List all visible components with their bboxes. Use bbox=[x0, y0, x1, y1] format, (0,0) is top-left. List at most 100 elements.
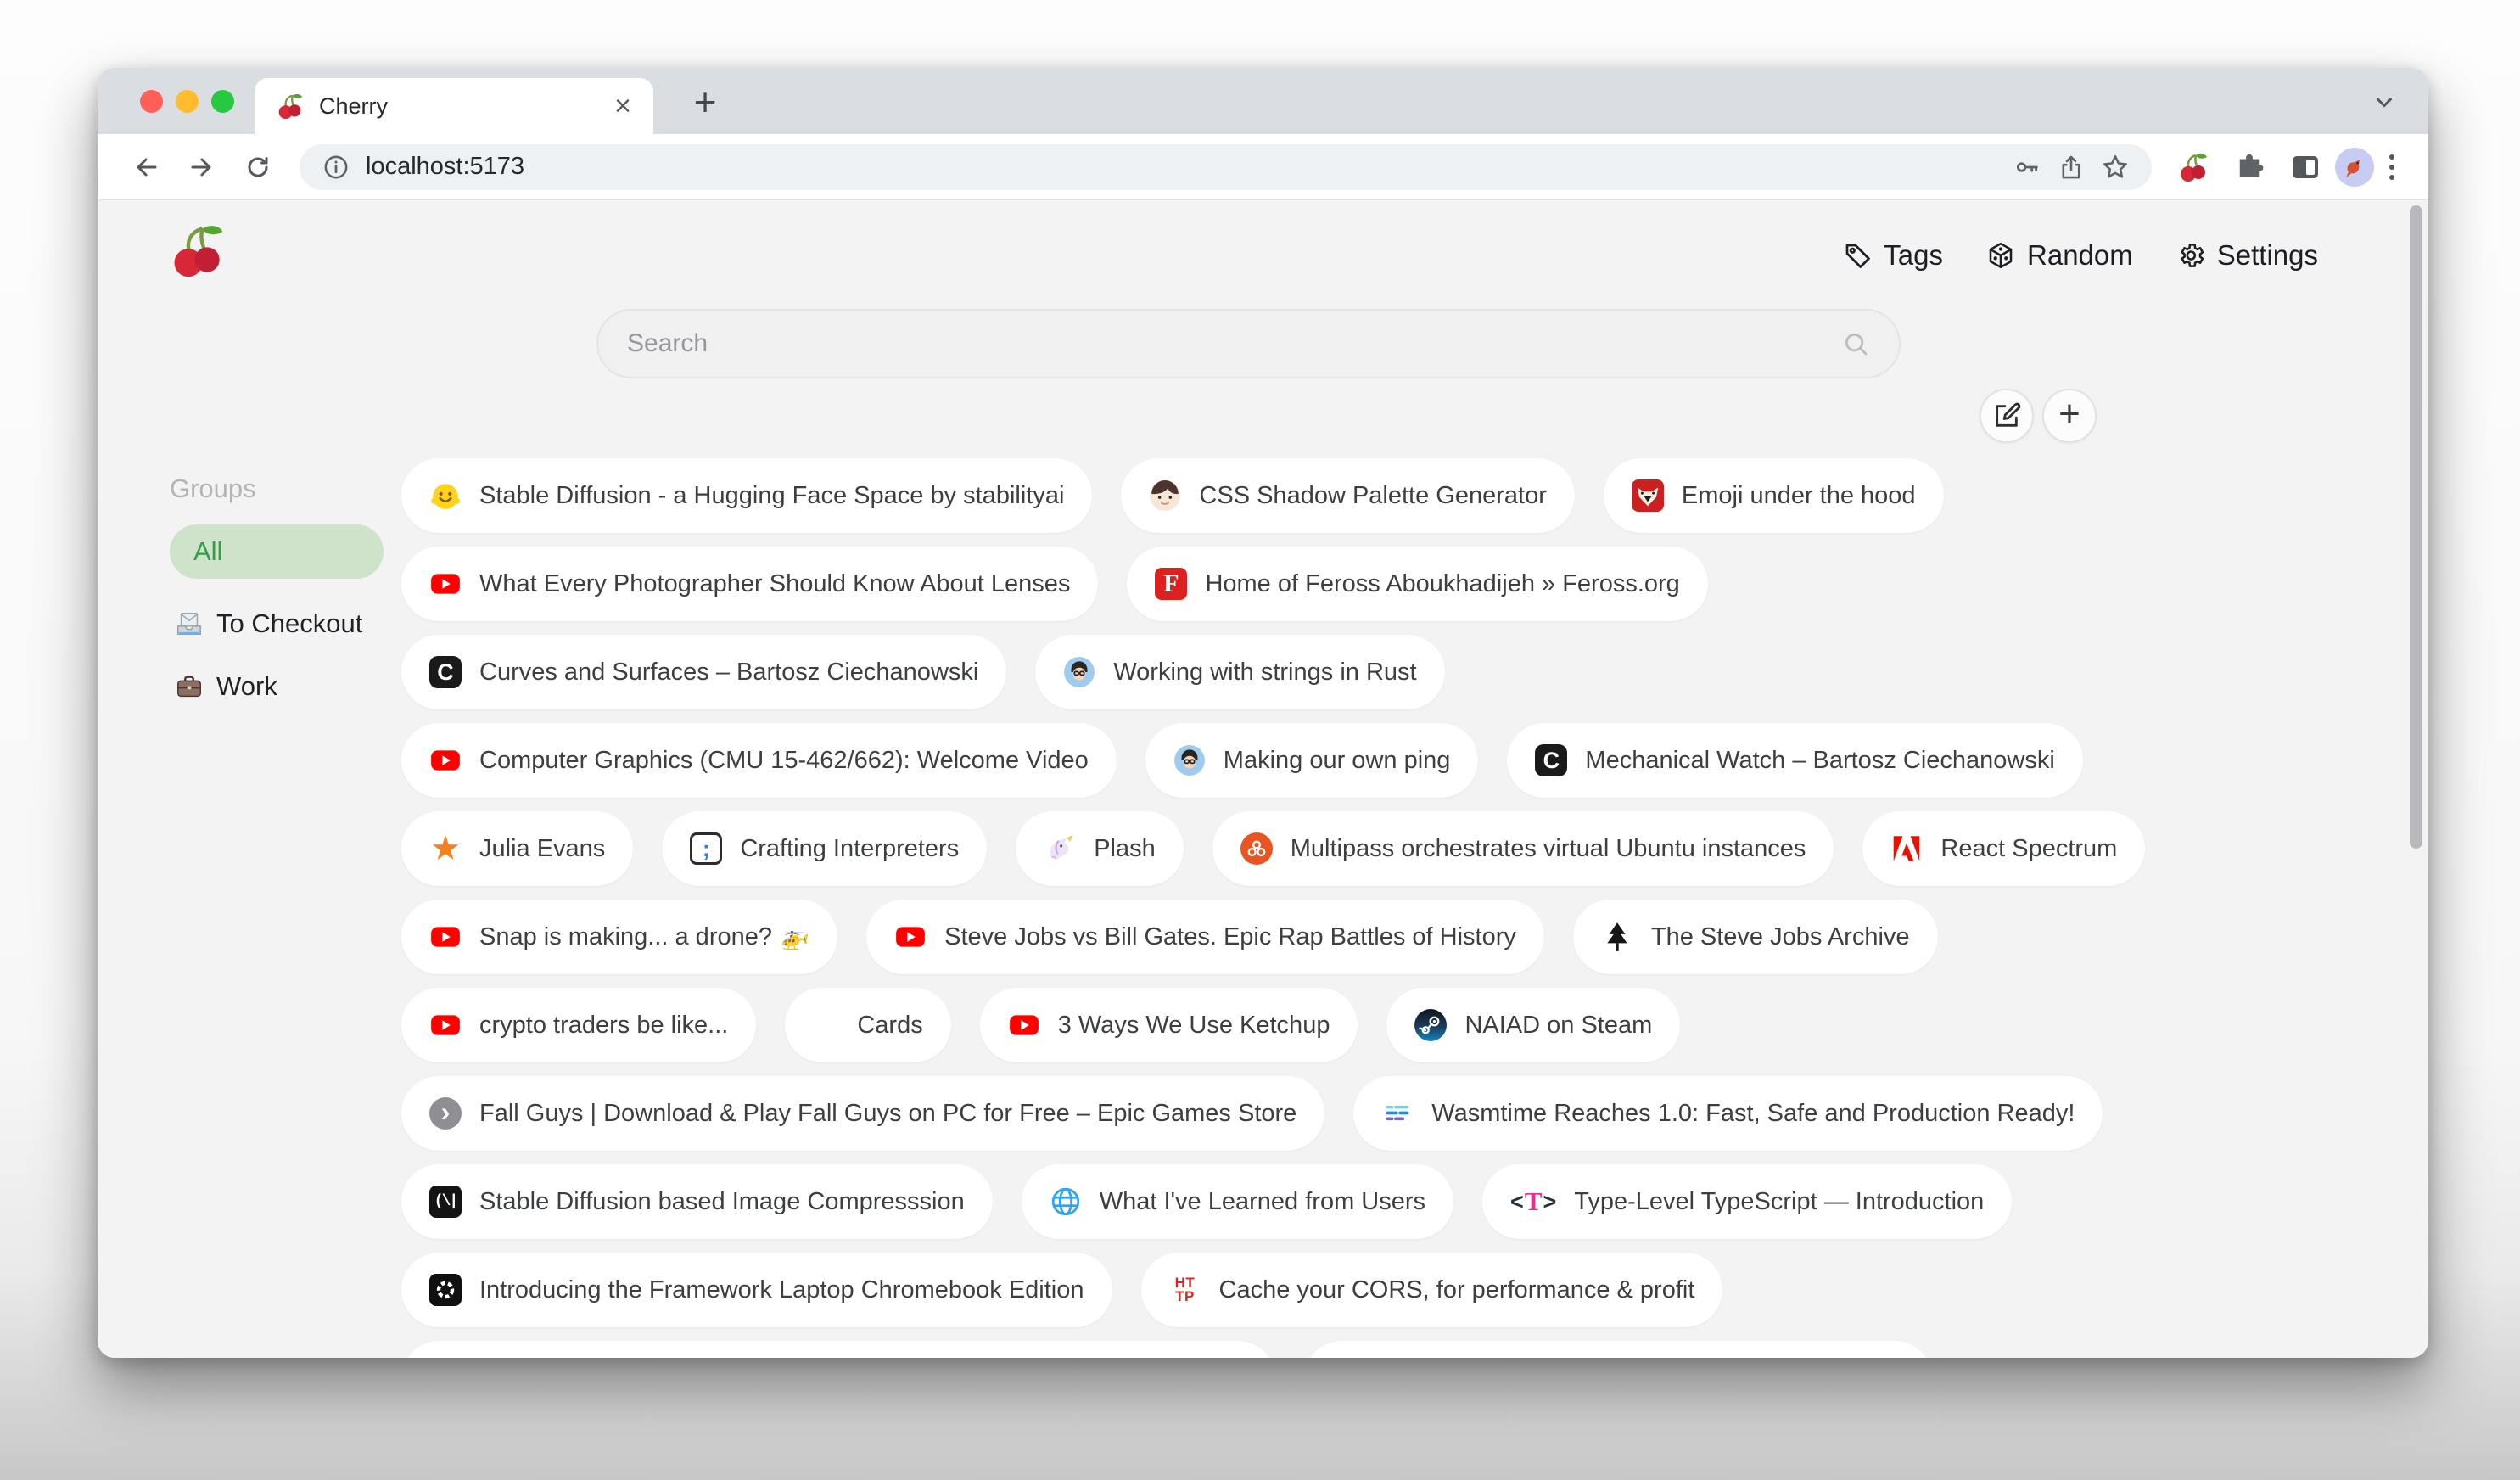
bookmark-pill[interactable]: HTTP Cache your CORS, for performance & p… bbox=[1141, 1253, 1723, 1327]
bookmark-pill[interactable]: 3 Ways We Use Ketchup bbox=[980, 988, 1358, 1062]
bookmark-pill[interactable]: CMechanical Watch – Bartosz Ciechanowski bbox=[1507, 723, 2082, 798]
search-bar[interactable] bbox=[596, 309, 1901, 378]
bookmark-row: CCurves and Surfaces – Bartosz Ciechanow… bbox=[401, 635, 2225, 709]
browser-menu-icon[interactable] bbox=[2377, 154, 2406, 180]
group-item-to-checkout[interactable]: To Checkout bbox=[170, 592, 384, 655]
bookmark-pill[interactable]: CCurves and Surfaces – Bartosz Ciechanow… bbox=[401, 635, 1006, 709]
bookmark-pill[interactable]: Cards bbox=[785, 988, 950, 1062]
bookmark-pill[interactable]: Introducing the Framework Laptop Chromeb… bbox=[401, 1253, 1112, 1327]
nav-tags[interactable]: Tags bbox=[1842, 239, 1943, 272]
info-icon[interactable] bbox=[322, 153, 350, 182]
bookmark-row: (\|Stable Diffusion based Image Compress… bbox=[401, 1164, 2225, 1239]
bookmark-pill[interactable]: Stable Diffusion - a Hugging Face Space … bbox=[401, 458, 1092, 533]
bookmark-star-icon[interactable] bbox=[2101, 153, 2130, 182]
tab-close-icon[interactable]: × bbox=[614, 92, 631, 121]
browser-tab-cherry[interactable]: Cherry × bbox=[255, 78, 653, 134]
person-avatar-icon bbox=[1173, 744, 1206, 776]
bookmark-label: Snap is making... a drone? 🚁 bbox=[479, 922, 809, 951]
gear-icon bbox=[2176, 240, 2206, 271]
address-bar[interactable]: localhost:5173 bbox=[300, 144, 2152, 190]
plus-icon: + bbox=[694, 79, 717, 125]
briefcase-icon bbox=[175, 672, 204, 701]
groups-title: Groups bbox=[170, 474, 384, 504]
bookmark-label: What Every Photographer Should Know Abou… bbox=[479, 570, 1070, 598]
bookmark-pill[interactable]: The Steve Jobs Archive bbox=[1573, 900, 1938, 974]
extensions-puzzle-icon[interactable] bbox=[2223, 141, 2276, 193]
profile-avatar[interactable] bbox=[2335, 148, 2374, 187]
bookmark-label: Stable Diffusion - a Hugging Face Space … bbox=[479, 482, 1064, 510]
bookmark-pill[interactable]: Emoji under the hood bbox=[1604, 458, 1944, 533]
waveform-icon: (\| bbox=[429, 1186, 462, 1218]
bookmark-pill[interactable]: FHome of Feross Aboukhadijeh » Feross.or… bbox=[1127, 547, 1707, 621]
bookmark-pill[interactable]: (\|Stable Diffusion based Image Compress… bbox=[401, 1164, 993, 1239]
bookmark-label: The Steve Jobs Archive bbox=[1651, 923, 1910, 951]
bookmark-row: Snap is making... a drone? 🚁 Steve Jobs v… bbox=[401, 900, 2225, 974]
star-icon: ★ bbox=[429, 832, 462, 865]
http-toolkit-icon: HTTP bbox=[1169, 1274, 1201, 1306]
back-button[interactable] bbox=[120, 141, 172, 193]
bookmark-pill[interactable]: What Every Photographer Should Know Abou… bbox=[401, 547, 1098, 621]
scrollbar-thumb[interactable] bbox=[2410, 205, 2422, 849]
fox-face-icon bbox=[1632, 479, 1664, 512]
bookmark-pill[interactable]: crypto traders be like... bbox=[401, 988, 756, 1062]
bookmark-pill[interactable]: What I've Learned from Users bbox=[1022, 1164, 1453, 1239]
hugging-face-icon bbox=[429, 479, 462, 512]
new-tab-button[interactable]: + bbox=[683, 80, 727, 124]
epic-games-icon: › bbox=[429, 1097, 462, 1130]
cherry-extension-icon[interactable] bbox=[2167, 141, 2220, 193]
forward-button[interactable] bbox=[176, 141, 228, 193]
bookmark-label: Making our own ping bbox=[1224, 747, 1451, 775]
traffic-light-zoom-button[interactable] bbox=[211, 90, 234, 113]
adobe-icon bbox=[1890, 832, 1923, 865]
bookmark-pill[interactable]: Snap is making... a drone? 🚁 bbox=[401, 900, 837, 974]
multipass-icon bbox=[1240, 832, 1273, 865]
wasmtime-icon bbox=[1381, 1097, 1414, 1130]
bookmark-pill[interactable]: React Spectrum bbox=[1862, 811, 2145, 886]
bookmark-actions: + bbox=[1980, 389, 2097, 443]
bookmark-label: Wasmtime Reaches 1.0: Fast, Safe and Pro… bbox=[1431, 1100, 2075, 1128]
bookmark-label: Working with strings in Rust bbox=[1113, 659, 1416, 687]
bookmark-label: 3 Ways We Use Ketchup bbox=[1058, 1012, 1330, 1040]
steam-icon bbox=[1414, 1009, 1447, 1041]
header-nav: Tags Random Settings bbox=[1842, 239, 2318, 272]
tab-search-chevron-icon[interactable] bbox=[2369, 87, 2400, 117]
bookmark-pill[interactable]: Computer Graphics (CMU 15-462/662): Welc… bbox=[401, 723, 1117, 798]
bookmark-pill[interactable] bbox=[1304, 1341, 1932, 1358]
add-bookmark-button[interactable]: + bbox=[2042, 389, 2097, 443]
bookmark-pill[interactable]: ;Crafting Interpreters bbox=[662, 811, 987, 886]
bookmark-pill[interactable]: CSS Shadow Palette Generator bbox=[1121, 458, 1574, 533]
page-content: Tags Random Settings + Groups All To Checko… bbox=[98, 200, 2428, 1358]
bookmark-label: Cache your CORS, for performance & profi… bbox=[1219, 1276, 1695, 1304]
bookmark-label: Curves and Surfaces – Bartosz Ciechanows… bbox=[479, 659, 978, 687]
tab-title: Cherry bbox=[319, 93, 599, 120]
bookmark-pill[interactable]: Steve Jobs vs Bill Gates. Epic Rap Battl… bbox=[866, 900, 1544, 974]
bookmark-label: Emoji under the hood bbox=[1682, 482, 1916, 510]
url-text: localhost:5173 bbox=[366, 153, 1997, 181]
reload-button[interactable] bbox=[232, 141, 284, 193]
bookmark-row: ★Julia Evans ;Crafting Interpreters Plash M… bbox=[401, 811, 2225, 886]
bookmark-pill[interactable]: ★Julia Evans bbox=[401, 811, 633, 886]
group-label: To Checkout bbox=[216, 608, 362, 639]
bookmark-pill[interactable]: NAIAD on Steam bbox=[1386, 988, 1680, 1062]
edit-bookmarks-button[interactable] bbox=[1980, 389, 2034, 443]
bookmark-pill[interactable]: Making our own ping bbox=[1145, 723, 1479, 798]
group-item-work[interactable]: Work bbox=[170, 655, 384, 718]
bookmark-pill[interactable] bbox=[401, 1341, 1275, 1358]
group-item-all[interactable]: All bbox=[170, 524, 384, 579]
nav-random[interactable]: Random bbox=[1985, 239, 2133, 272]
bookmark-pill[interactable]: Multipass orchestrates virtual Ubuntu in… bbox=[1212, 811, 1834, 886]
bookmark-pill[interactable]: Working with strings in Rust bbox=[1035, 635, 1444, 709]
search-input[interactable] bbox=[627, 329, 1824, 358]
ciechanowski-c-icon: C bbox=[1535, 744, 1567, 776]
share-icon[interactable] bbox=[2057, 153, 2086, 182]
bookmark-pill[interactable]: Plash bbox=[1016, 811, 1184, 886]
sidebar-toggle-icon[interactable] bbox=[2279, 141, 2332, 193]
bookmark-pill[interactable]: Wasmtime Reaches 1.0: Fast, Safe and Pro… bbox=[1353, 1076, 2103, 1151]
plus-icon: + bbox=[2058, 395, 2080, 433]
nav-settings[interactable]: Settings bbox=[2176, 239, 2318, 272]
password-key-icon[interactable] bbox=[2013, 153, 2041, 182]
bookmark-pill[interactable]: <T>Type-Level TypeScript — Introduction bbox=[1482, 1164, 2012, 1239]
traffic-light-close-button[interactable] bbox=[140, 90, 163, 113]
bookmark-pill[interactable]: ›Fall Guys | Download & Play Fall Guys o… bbox=[401, 1076, 1324, 1151]
traffic-light-minimize-button[interactable] bbox=[176, 90, 199, 113]
